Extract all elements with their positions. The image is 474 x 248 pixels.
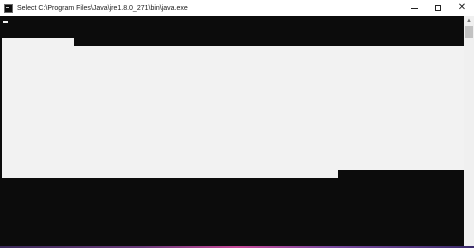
minimize-button[interactable] (402, 0, 426, 16)
maximize-icon (435, 5, 441, 11)
scroll-up-arrow-icon[interactable]: ▲ (464, 16, 474, 25)
vertical-scrollbar[interactable]: ▲ (464, 16, 474, 246)
close-icon: ✕ (457, 2, 467, 13)
maximize-button[interactable] (426, 0, 450, 16)
text-selection-highlight (2, 38, 464, 178)
window-controls: ✕ (402, 0, 474, 16)
window-title: Select C:\Program Files\Java\jre1.8.0_27… (17, 4, 188, 12)
console-window: Select C:\Program Files\Java\jre1.8.0_27… (0, 0, 474, 248)
close-button[interactable]: ✕ (450, 0, 474, 16)
title-bar[interactable]: Select C:\Program Files\Java\jre1.8.0_27… (0, 0, 474, 16)
console-app-icon[interactable] (4, 3, 13, 13)
minimize-icon (410, 7, 418, 9)
scroll-thumb[interactable] (465, 26, 473, 38)
console-output-area[interactable] (2, 16, 464, 246)
text-cursor (3, 21, 8, 23)
